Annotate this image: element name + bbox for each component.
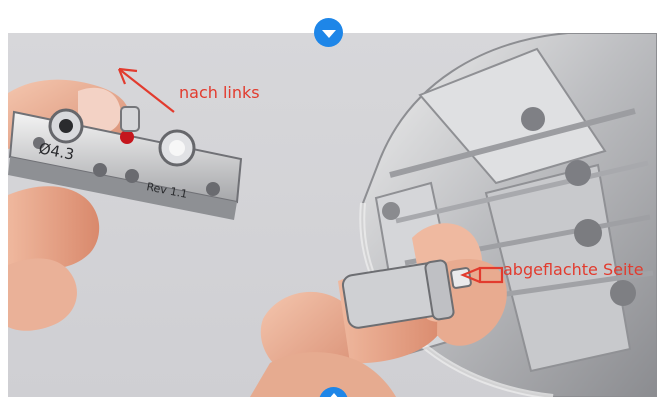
chevron-up-icon [327, 393, 340, 397]
annotation-right-label: abgeflachte Seite [503, 260, 644, 279]
scroll-up-button[interactable] [314, 18, 343, 47]
page: Ø4.3 Rev 1.1 nach links abgeflachte Seit… [0, 0, 657, 397]
annotation-left-label: nach links [179, 83, 260, 102]
photo-frame: Ø4.3 Rev 1.1 [8, 33, 657, 397]
photo-illustration: Ø4.3 Rev 1.1 [8, 33, 657, 397]
chevron-down-icon [321, 30, 336, 38]
